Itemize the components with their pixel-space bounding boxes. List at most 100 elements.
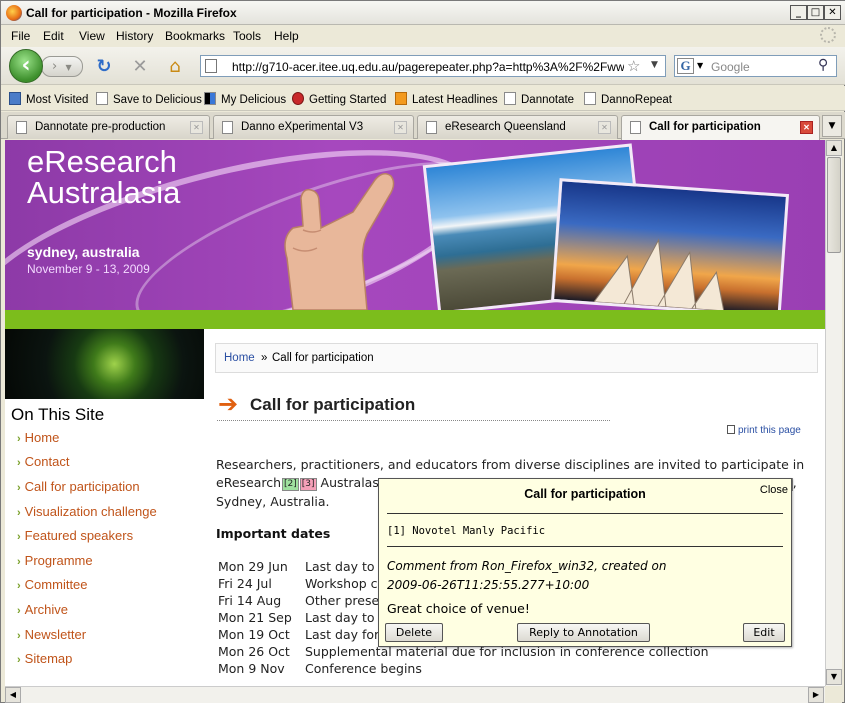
chevron-right-icon: › xyxy=(17,507,21,519)
menu-tools[interactable]: Tools xyxy=(233,29,261,43)
search-icon[interactable]: ⚲ xyxy=(818,57,828,73)
vertical-scrollbar[interactable]: ▲ ▼ xyxy=(825,140,842,686)
close-tab-icon[interactable]: ✕ xyxy=(800,121,813,134)
maximize-button[interactable]: □ xyxy=(807,5,824,20)
date-description: Workshop c xyxy=(305,576,378,591)
tab-danno-experimental[interactable]: Danno eXperimental V3 ✕ xyxy=(213,115,414,139)
tab-label: Call for participation xyxy=(649,121,761,133)
breadcrumb-current: Call for participation xyxy=(272,352,374,364)
date-cell: Mon 21 Sep xyxy=(218,610,292,625)
tab-eresearch-queensland[interactable]: eResearch Queensland ✕ xyxy=(417,115,618,139)
scroll-right-icon[interactable]: ▶ xyxy=(808,687,824,703)
chevron-right-icon: › xyxy=(17,605,21,617)
tab-call-for-participation[interactable]: Call for participation ✕ xyxy=(621,115,820,140)
title-bar: Call for participation - Mozilla Firefox… xyxy=(1,1,845,25)
back-button[interactable]: ‹ xyxy=(9,49,43,83)
bookmark-label: Getting Started xyxy=(309,94,387,106)
scroll-left-icon[interactable]: ◀ xyxy=(5,687,21,703)
menu-bookmarks[interactable]: Bookmarks xyxy=(165,29,225,43)
page-icon xyxy=(205,59,217,73)
home-icon[interactable]: ⌂ xyxy=(164,57,186,79)
date-description: Last day to xyxy=(305,559,375,574)
chevron-right-icon: › xyxy=(17,654,21,666)
annotation-timestamp: 2009-06-26T11:25:55.277+10:00 xyxy=(387,578,590,592)
print-page-link[interactable]: print this page xyxy=(727,425,801,436)
search-input[interactable]: Google xyxy=(711,60,750,74)
bookmark-label: DannoRepeat xyxy=(601,94,672,106)
bookmark-most-visited[interactable]: Most Visited xyxy=(9,92,88,106)
bookmark-latest-headlines[interactable]: Latest Headlines xyxy=(395,92,498,106)
page-icon xyxy=(96,92,108,105)
chevron-right-icon: › xyxy=(17,457,21,469)
close-tab-icon[interactable]: ✕ xyxy=(394,121,407,134)
sidebar-link-call-for-participation[interactable]: › Call for participation xyxy=(17,479,140,494)
history-dropdown-icon[interactable]: ▼ xyxy=(65,63,71,72)
date-description: Last day to xyxy=(305,610,375,625)
edit-button[interactable]: Edit xyxy=(743,623,785,642)
close-tab-icon[interactable]: ✕ xyxy=(190,121,203,134)
popup-close-link[interactable]: Close xyxy=(760,484,788,496)
engine-dropdown-icon[interactable]: ▼ xyxy=(697,61,703,70)
horizontal-scrollbar[interactable]: ◀ ▶ xyxy=(5,686,825,703)
sidebar-link-featured-speakers[interactable]: › Featured speakers xyxy=(17,528,133,543)
bookmark-my-delicious[interactable]: My Delicious xyxy=(204,92,286,106)
page-icon xyxy=(584,92,596,105)
page-icon xyxy=(504,92,516,105)
intro-text: Australas xyxy=(320,475,379,490)
tab-dannotate-pre-production[interactable]: Dannotate pre-production ✕ xyxy=(7,115,210,139)
sidebar-link-visualization-challenge[interactable]: › Visualization challenge xyxy=(17,504,157,519)
bookmark-star-icon[interactable]: ☆ xyxy=(627,57,640,75)
annotation-reference: [1] Novotel Manly Pacific xyxy=(387,525,546,537)
nebula-image xyxy=(5,329,204,399)
close-tab-icon[interactable]: ✕ xyxy=(598,121,611,134)
breadcrumb-home-link[interactable]: Home xyxy=(224,352,255,364)
scroll-up-icon[interactable]: ▲ xyxy=(826,140,842,156)
sidebar-link-programme[interactable]: › Programme xyxy=(17,553,93,568)
scroll-down-icon[interactable]: ▼ xyxy=(826,669,842,685)
sidebar-link-label: Programme xyxy=(24,553,93,568)
reply-to-annotation-button[interactable]: Reply to Annotation xyxy=(517,623,650,642)
sidebar-link-home[interactable]: › Home xyxy=(17,430,59,445)
url-input[interactable]: http://g710-acer.itee.uq.edu.au/pagerepe… xyxy=(232,60,624,74)
bookmark-save-to-delicious[interactable]: Save to Delicious xyxy=(96,92,202,106)
date-cell: Fri 24 Jul xyxy=(218,576,272,591)
menu-history[interactable]: History xyxy=(116,29,153,43)
annotation-marker-2[interactable]: [2] xyxy=(282,478,299,491)
sidebar-link-label: Sitemap xyxy=(24,651,73,666)
annotation-popup: Call for participation Close [1] Novotel… xyxy=(378,478,792,647)
stop-icon[interactable]: ✕ xyxy=(129,57,151,79)
tab-list-button[interactable]: ▼ xyxy=(822,115,842,137)
url-bar[interactable]: http://g710-acer.itee.uq.edu.au/pagerepe… xyxy=(200,55,666,77)
sidebar-link-sitemap[interactable]: › Sitemap xyxy=(17,651,72,666)
chevron-right-icon: › xyxy=(17,556,21,568)
sidebar-link-label: Visualization challenge xyxy=(24,504,157,519)
web-content: eResearch Australasia sydney, australia … xyxy=(5,140,825,686)
bookmark-getting-started[interactable]: Getting Started xyxy=(292,92,386,106)
google-engine-icon[interactable]: G xyxy=(677,58,694,74)
date-description: Other prese xyxy=(305,593,380,608)
chevron-right-icon: › xyxy=(17,433,21,445)
search-bar[interactable]: G ▼ Google ⚲ xyxy=(674,55,837,77)
bookmark-dannorepeat[interactable]: DannoRepeat xyxy=(584,92,672,106)
delete-button[interactable]: Delete xyxy=(385,623,443,642)
menu-edit[interactable]: Edit xyxy=(43,29,64,43)
menu-file[interactable]: File xyxy=(11,29,30,43)
reload-icon[interactable]: ↻ xyxy=(93,57,115,79)
sidebar-link-contact[interactable]: › Contact xyxy=(17,454,69,469)
minimize-button[interactable]: _ xyxy=(790,5,807,20)
bookmark-dannotate[interactable]: Dannotate xyxy=(504,92,574,106)
vertical-scroll-thumb[interactable] xyxy=(827,157,841,253)
throbber-icon xyxy=(820,27,836,43)
menu-help[interactable]: Help xyxy=(274,29,299,43)
annotation-marker-3[interactable]: [3] xyxy=(299,478,317,491)
sidebar-link-label: Call for participation xyxy=(24,479,140,494)
sidebar-link-newsletter[interactable]: › Newsletter xyxy=(17,627,86,642)
close-window-button[interactable]: ✕ xyxy=(824,5,841,20)
date-description: Last day for xyxy=(305,627,380,642)
sidebar-link-archive[interactable]: › Archive xyxy=(17,602,68,617)
menu-view[interactable]: View xyxy=(79,29,105,43)
menu-bar: File Edit View History Bookmarks Tools H… xyxy=(1,25,845,47)
url-dropdown-icon[interactable]: ▼ xyxy=(651,60,658,70)
forward-button[interactable]: › ▼ xyxy=(41,56,83,77)
sidebar-link-committee[interactable]: › Committee xyxy=(17,577,88,592)
